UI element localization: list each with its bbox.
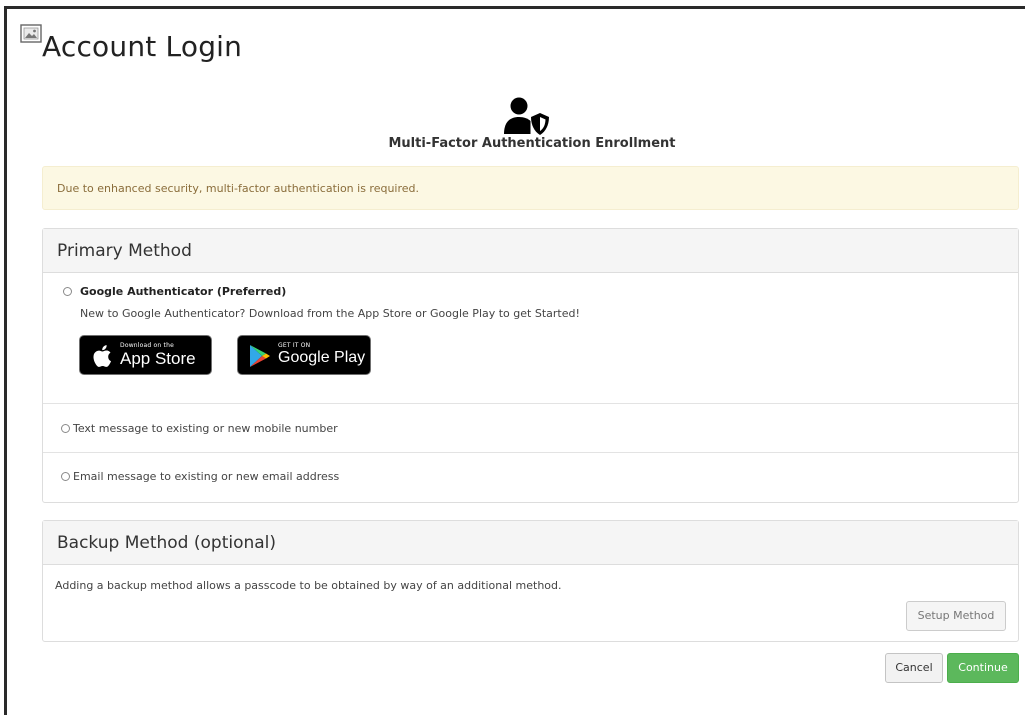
setup-method-button[interactable]: Setup Method bbox=[906, 601, 1006, 631]
email-message-label[interactable]: Email message to existing or new email a… bbox=[73, 470, 339, 483]
google-authenticator-description: New to Google Authenticator? Download fr… bbox=[80, 307, 580, 320]
option-text-message[interactable]: Text message to existing or new mobile n… bbox=[43, 404, 1018, 453]
text-message-label[interactable]: Text message to existing or new mobile n… bbox=[73, 422, 338, 435]
google-play-badge[interactable]: GET IT ON Google Play bbox=[237, 335, 371, 375]
page-title: Account Login bbox=[42, 30, 243, 63]
option-google-authenticator[interactable]: Google Authenticator (Preferred) New to … bbox=[43, 273, 1018, 404]
broken-image-icon bbox=[20, 24, 42, 43]
google-play-icon bbox=[250, 345, 270, 367]
mfa-enrollment-heading: Multi-Factor Authentication Enrollment bbox=[388, 136, 676, 151]
app-store-badge[interactable]: Download on the App Store bbox=[79, 335, 212, 375]
backup-method-heading: Backup Method (optional) bbox=[43, 521, 1018, 565]
google-authenticator-label[interactable]: Google Authenticator (Preferred) bbox=[80, 285, 286, 298]
backup-method-panel: Backup Method (optional) Adding a backup… bbox=[42, 520, 1019, 642]
backup-method-description: Adding a backup method allows a passcode… bbox=[55, 579, 562, 592]
user-shield-icon bbox=[504, 97, 549, 135]
google-play-big-text: Google Play bbox=[278, 349, 366, 366]
app-store-big-text: App Store bbox=[120, 349, 196, 368]
radio-text-message[interactable] bbox=[61, 424, 70, 433]
radio-google-authenticator[interactable] bbox=[63, 287, 72, 296]
cancel-button[interactable]: Cancel bbox=[885, 653, 943, 683]
security-alert: Due to enhanced security, multi-factor a… bbox=[42, 166, 1019, 210]
continue-button[interactable]: Continue bbox=[947, 653, 1019, 683]
primary-method-panel: Primary Method Google Authenticator (Pre… bbox=[42, 228, 1019, 503]
alert-text: Due to enhanced security, multi-factor a… bbox=[57, 182, 420, 195]
option-email-message[interactable]: Email message to existing or new email a… bbox=[43, 453, 1018, 502]
radio-email-message[interactable] bbox=[61, 472, 70, 481]
google-play-small-text: GET IT ON bbox=[278, 342, 311, 349]
apple-icon bbox=[93, 345, 111, 367]
primary-method-heading: Primary Method bbox=[43, 229, 1018, 273]
app-store-small-text: Download on the bbox=[120, 342, 174, 349]
